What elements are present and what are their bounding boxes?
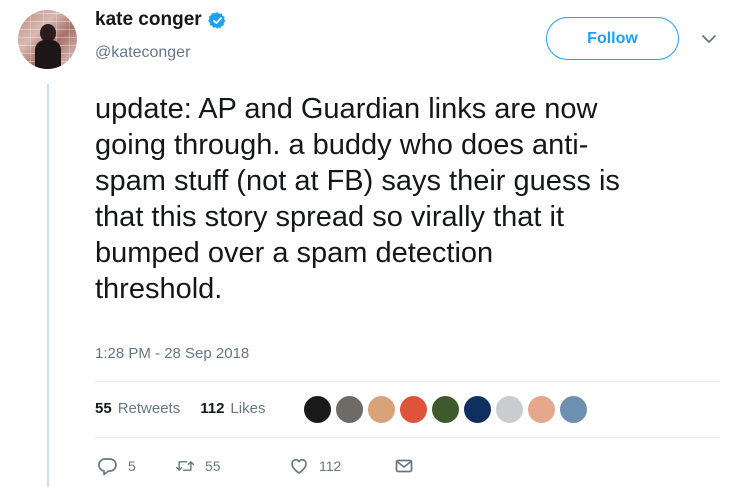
retweet-icon[interactable] <box>175 456 195 476</box>
author-avatar[interactable] <box>18 10 77 69</box>
liker-avatar[interactable] <box>398 394 429 425</box>
divider-top <box>95 381 720 382</box>
reply-action[interactable]: 5 <box>98 456 175 476</box>
liker-avatar[interactable] <box>302 394 333 425</box>
divider-bottom <box>95 437 720 438</box>
liker-avatar[interactable] <box>334 394 365 425</box>
liker-avatar[interactable] <box>366 394 397 425</box>
author-display-name[interactable]: kate conger <box>95 9 202 31</box>
tweet-actions: 5 55 112 <box>98 456 414 476</box>
liker-avatar[interactable] <box>558 394 589 425</box>
like-count: 112 <box>319 458 342 474</box>
chevron-down-icon[interactable] <box>700 30 718 48</box>
liker-avatar[interactable] <box>494 394 525 425</box>
retweets-count[interactable]: 55 <box>95 400 112 417</box>
retweet-count: 55 <box>205 458 221 474</box>
liker-avatar[interactable] <box>430 394 461 425</box>
engagement-stats: 55 Retweets 112 Likes <box>95 400 265 417</box>
reply-count: 5 <box>128 458 136 474</box>
verified-badge-icon <box>207 11 226 29</box>
likes-count[interactable]: 112 <box>200 400 224 417</box>
avatar-body <box>35 40 61 69</box>
retweets-label[interactable]: Retweets <box>118 400 181 417</box>
follow-button[interactable]: Follow <box>546 17 679 60</box>
tweet-timestamp[interactable]: 1:28 PM - 28 Sep 2018 <box>95 345 249 362</box>
liker-avatar[interactable] <box>462 394 493 425</box>
retweet-action[interactable]: 55 <box>175 456 289 476</box>
author-handle[interactable]: @kateconger <box>95 44 190 62</box>
author-name-row[interactable]: kate conger <box>95 9 227 31</box>
heart-icon[interactable] <box>289 456 309 476</box>
thread-line <box>47 84 49 487</box>
tweet-text: update: AP and Guardian links are now go… <box>95 93 620 305</box>
liker-avatar[interactable] <box>526 394 557 425</box>
reply-icon[interactable] <box>98 456 118 476</box>
envelope-icon[interactable] <box>394 456 414 476</box>
likers-avatars[interactable] <box>302 394 589 425</box>
like-action[interactable]: 112 <box>289 456 394 476</box>
direct-message-action[interactable] <box>394 456 414 476</box>
likes-label[interactable]: Likes <box>230 400 265 417</box>
